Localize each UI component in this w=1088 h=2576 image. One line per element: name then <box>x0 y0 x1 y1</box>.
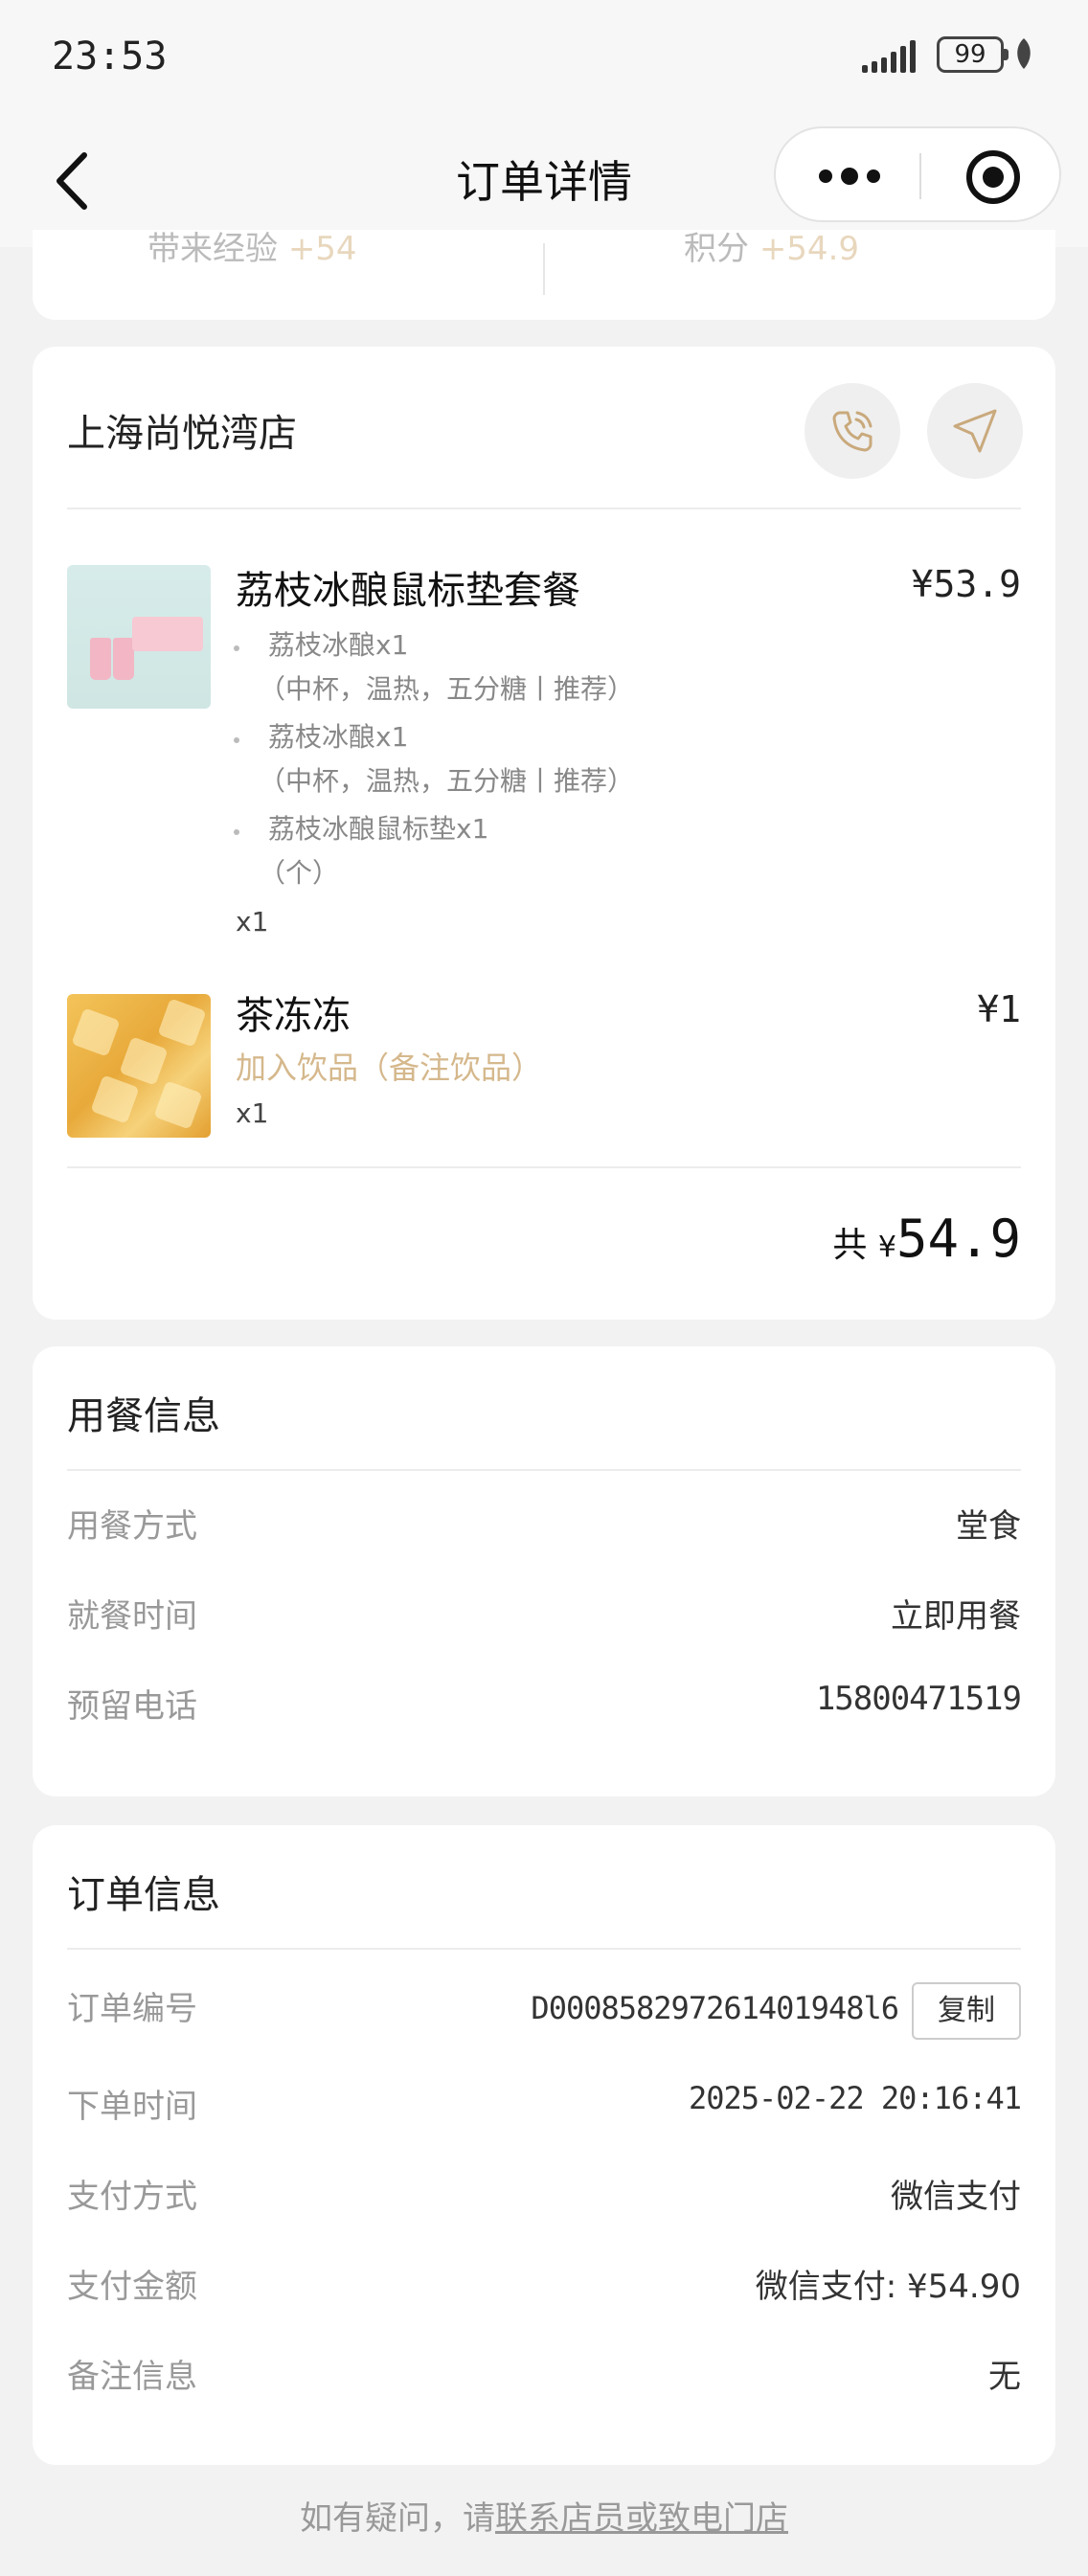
phone-value: 15800471519 <box>815 1680 1022 1718</box>
bullet <box>234 829 239 835</box>
remark-label: 备注信息 <box>67 2358 197 2396</box>
dining-info-card: 用餐信息 用餐方式 堂食 就餐时间 立即用餐 预留电话 15800471519 <box>33 1346 1055 1796</box>
divider <box>67 1469 1021 1471</box>
combo-product-image <box>67 565 211 709</box>
phone-icon <box>832 411 873 452</box>
help-prefix: 如有疑问，请 <box>300 2499 495 2538</box>
sub-item-spec: （中杯，温热，五分糖丨推荐） <box>259 765 635 797</box>
sub-item-name: 荔枝冰酿鼠标垫x1 <box>268 813 489 845</box>
sub-item-spec: （中杯，温热，五分糖丨推荐） <box>259 673 635 705</box>
sub-item-name: 荔枝冰酿x1 <box>268 629 409 661</box>
order-time-label: 下单时间 <box>67 2088 197 2126</box>
divider <box>67 508 1021 509</box>
rewards-card: 带来经验 +54 积分 +54.9 <box>33 230 1055 320</box>
dining-time-label: 就餐时间 <box>67 1597 197 1636</box>
navigation-icon <box>953 409 997 453</box>
contact-store-link[interactable]: 联系店员或致电门店 <box>495 2499 788 2538</box>
dining-time-value: 立即用餐 <box>891 1597 1021 1636</box>
section-title: 订单信息 <box>67 1873 220 1917</box>
signal-icon <box>862 38 925 73</box>
points-reward: 积分 +54.9 <box>684 230 860 268</box>
remark-value: 无 <box>988 2358 1021 2396</box>
store-card: 上海尚悦湾店 荔枝冰酿鼠标垫套餐 ¥53.9 荔枝冰酿x1 （中杯，温热，五分糖… <box>33 347 1055 1320</box>
divider <box>67 1166 1021 1168</box>
order-number-value: D000858297261401948l6 <box>531 1990 899 2026</box>
order-time-value: 2025-02-22 20:16:41 <box>688 2080 1022 2116</box>
navigate-store-button[interactable] <box>927 383 1023 479</box>
phone-label: 预留电话 <box>67 1687 197 1726</box>
jelly-product-image <box>67 994 211 1138</box>
status-time: 23:53 <box>52 34 168 79</box>
exp-reward: 带来经验 +54 <box>147 230 357 268</box>
dining-mode-value: 堂食 <box>956 1507 1021 1546</box>
store-name: 上海尚悦湾店 <box>67 412 297 456</box>
battery-icon: 99 <box>937 36 1009 73</box>
dining-mode-label: 用餐方式 <box>67 1507 197 1546</box>
item-quantity: x1 <box>236 1097 269 1129</box>
sub-item-name: 荔枝冰酿x1 <box>268 721 409 753</box>
call-store-button[interactable] <box>805 383 900 479</box>
order-total: 共 ¥54.9 <box>832 1209 1021 1269</box>
item-title: 茶冻冻 <box>236 994 351 1038</box>
order-info-card: 订单信息 订单编号 D000858297261401948l6 复制 下单时间 … <box>33 1825 1055 2465</box>
divider <box>67 1948 1021 1950</box>
item-title: 荔枝冰酿鼠标垫套餐 <box>236 569 580 613</box>
bullet <box>234 737 239 743</box>
order-number-label: 订单编号 <box>67 1990 197 2028</box>
close-miniprogram-icon[interactable] <box>965 149 1021 205</box>
section-title: 用餐信息 <box>67 1394 220 1438</box>
status-bar: 23:53 99 <box>0 0 1088 115</box>
miniprogram-capsule <box>774 126 1061 222</box>
leaf-icon <box>1017 38 1031 69</box>
rewards-divider <box>543 243 545 295</box>
copy-button[interactable]: 复制 <box>912 1982 1021 2040</box>
help-note: 如有疑问，请联系店员或致电门店 <box>0 2492 1088 2539</box>
payment-method-value: 微信支付 <box>891 2178 1021 2216</box>
capsule-divider <box>919 153 921 199</box>
payment-amount-label: 支付金额 <box>67 2268 197 2306</box>
item-note: 加入饮品（备注饮品） <box>236 1050 543 1086</box>
item-price: ¥53.9 <box>911 563 1021 605</box>
bullet <box>234 645 239 651</box>
more-icon[interactable] <box>816 163 883 190</box>
nav-bar: 订单详情 <box>0 115 1088 247</box>
item-quantity: x1 <box>236 906 269 938</box>
payment-amount-value: 微信支付: ¥54.90 <box>755 2268 1021 2306</box>
sub-item-spec: （个） <box>259 857 340 889</box>
item-price: ¥1 <box>977 988 1021 1030</box>
payment-method-label: 支付方式 <box>67 2178 197 2216</box>
